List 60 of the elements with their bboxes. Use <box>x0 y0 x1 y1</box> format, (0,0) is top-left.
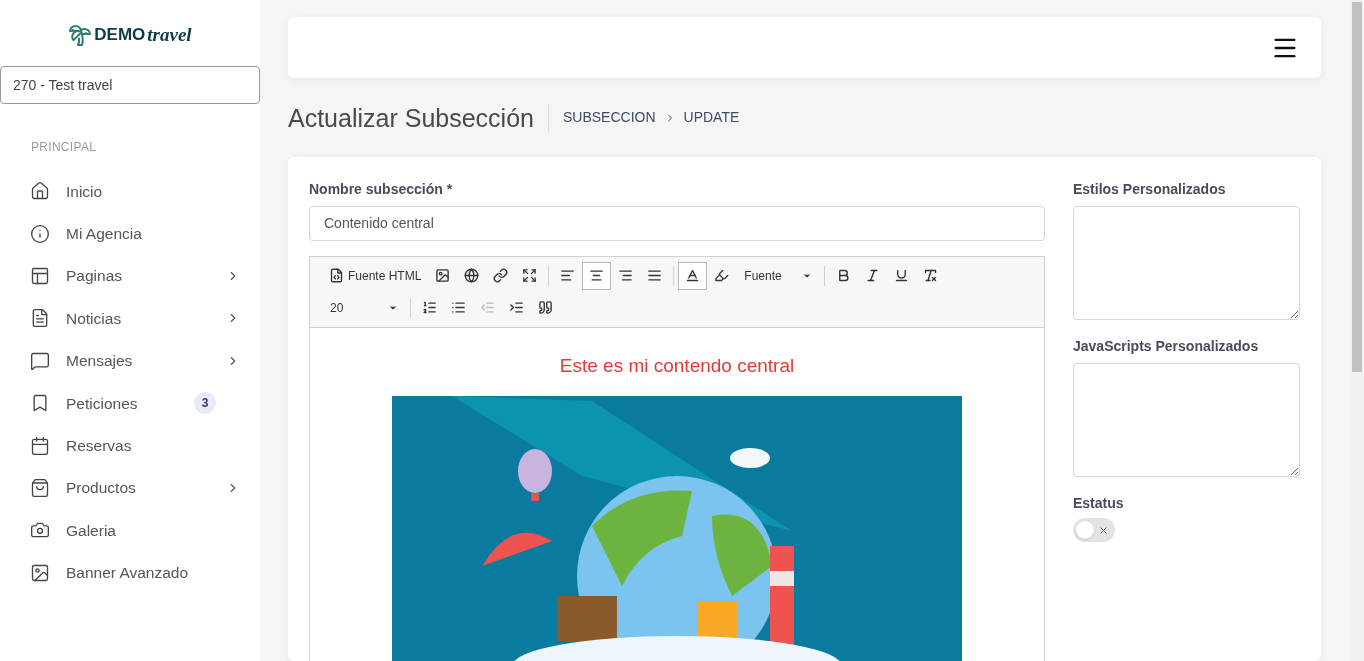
breadcrumb-link[interactable]: UPDATE <box>683 107 740 128</box>
sidebar-item[interactable]: Reservas <box>0 424 260 467</box>
agency-select[interactable]: 270 - Test travel <box>0 66 260 104</box>
logo-text: DEMO <box>94 24 146 47</box>
layout-icon <box>30 265 50 286</box>
home-icon <box>30 181 50 202</box>
sidebar-item[interactable]: Noticias <box>0 297 260 340</box>
field-label: Nombre subsección * <box>309 180 454 199</box>
align-justify-icon <box>647 268 663 283</box>
align-left-icon <box>560 268 576 283</box>
toolbar-button[interactable]: Fuente HTML <box>322 261 429 290</box>
image-icon <box>30 562 50 583</box>
section-label: PRINCIPAL <box>31 139 98 156</box>
toolbar-button[interactable] <box>582 261 612 290</box>
quote-icon <box>538 300 553 315</box>
dropdown[interactable]: 20 <box>322 293 406 322</box>
sidebar-item[interactable]: Productos <box>0 466 260 510</box>
calendar-icon <box>30 435 50 456</box>
text-color-icon <box>685 268 701 283</box>
close-icon <box>1098 524 1109 536</box>
sidebar-item[interactable]: Mi Agencia <box>0 212 260 255</box>
sidebar-item[interactable]: Galeria <box>0 509 260 552</box>
editor-area[interactable]: Este es mi contendo central <box>309 327 1045 661</box>
breadcrumb-link[interactable]: SUBSECCION <box>562 107 656 128</box>
outdent-icon <box>480 300 495 315</box>
align-right-icon <box>618 268 634 283</box>
underline-icon <box>894 268 910 283</box>
toolbar-button[interactable] <box>678 261 708 290</box>
bullet-list-icon <box>451 300 466 315</box>
content-heading: Este es mi contendo central <box>559 353 795 378</box>
sidebar-item[interactable]: Banner Avanzado <box>0 551 260 594</box>
document-icon <box>30 308 50 329</box>
italic-icon <box>865 268 881 283</box>
name-field[interactable]: Contenido central <box>309 206 1045 241</box>
sidebar-item[interactable]: Mensajes <box>0 339 260 382</box>
field-label: JavaScripts Personalizados <box>1073 337 1260 356</box>
dropdown[interactable]: Fuente <box>736 261 821 290</box>
globe-icon <box>464 268 480 283</box>
chat-icon <box>30 350 50 371</box>
code-file-icon <box>329 268 344 283</box>
sidebar-item[interactable]: Paginas <box>0 254 260 298</box>
status-toggle[interactable] <box>1073 518 1115 542</box>
maximize-icon <box>522 268 538 283</box>
palm-tree-icon <box>68 23 93 47</box>
indent-icon <box>509 300 524 315</box>
image-icon <box>435 268 451 283</box>
highlighter-icon <box>714 268 730 283</box>
sidebar-item[interactable]: Peticiones 3 <box>0 381 260 425</box>
ordered-list-icon <box>422 300 437 315</box>
clear-format-icon <box>923 268 939 283</box>
align-center-icon <box>589 268 605 283</box>
field-label: Estatus <box>1073 494 1125 513</box>
info-icon <box>30 223 50 244</box>
sidebar-item[interactable]: Inicio <box>0 170 260 213</box>
count-badge: 3 <box>194 392 216 415</box>
logo-script: travel <box>147 22 192 47</box>
link-icon <box>493 268 509 283</box>
field-label: Estilos Personalizados <box>1073 180 1227 199</box>
page-title: Actualizar Subsección <box>288 103 549 132</box>
bag-icon <box>30 477 50 498</box>
